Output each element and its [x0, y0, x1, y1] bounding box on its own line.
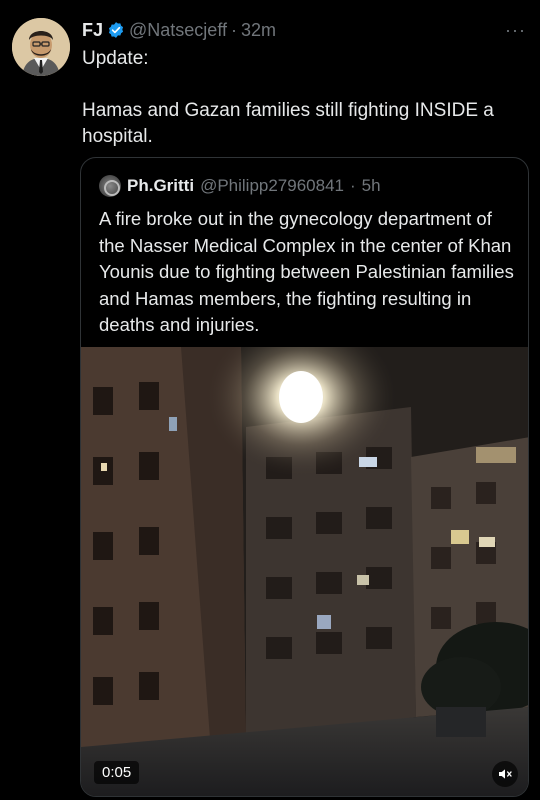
tweet-text: Update: Hamas and Gazan families still f… [82, 48, 494, 147]
quoted-tweet-text: A fire broke out in the gynecology depar… [99, 208, 514, 335]
tweet-header: FJ @Natsecjeff · 32m [82, 18, 276, 42]
tweet[interactable]: FJ @Natsecjeff · 32m ··· Update: Hamas a… [0, 0, 540, 800]
verified-badge-icon [107, 21, 125, 39]
author-name[interactable]: FJ [82, 20, 103, 41]
quoted-tweet[interactable]: Ph.Gritti @Philipp27960841 · 5h A fire b… [80, 157, 529, 797]
quoted-avatar[interactable] [99, 175, 121, 197]
separator-dot: · [231, 19, 237, 40]
speaker-muted-icon[interactable] [492, 761, 518, 787]
video-frame [81, 347, 528, 796]
more-dots-icon[interactable]: ··· [505, 20, 526, 41]
quoted-author-handle[interactable]: @Philipp27960841 [200, 176, 344, 196]
tweet-time[interactable]: 32m [241, 20, 276, 41]
video-duration: 0:05 [94, 761, 140, 784]
quoted-separator-dot: · [350, 176, 356, 195]
avatar-illustration [12, 18, 70, 76]
quoted-time[interactable]: 5h [362, 176, 381, 196]
author-handle[interactable]: @Natsecjeff [129, 20, 227, 41]
quoted-author-name[interactable]: Ph.Gritti [127, 176, 194, 196]
quoted-tweet-header: Ph.Gritti @Philipp27960841 · 5h [99, 175, 381, 197]
video-player[interactable]: 0:05 [81, 347, 528, 796]
avatar[interactable] [12, 18, 70, 76]
